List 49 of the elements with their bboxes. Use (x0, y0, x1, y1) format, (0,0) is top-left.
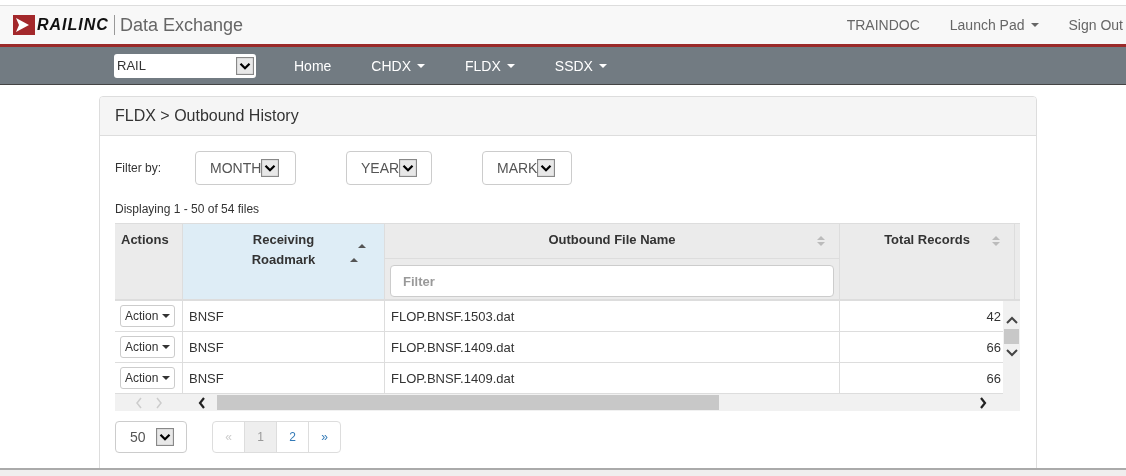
user-nav-link[interactable]: Sign Out (1068, 17, 1123, 33)
filter-dropdown[interactable]: YEAR (346, 151, 432, 185)
table-cell: FLOP.BNSF.1503.dat (385, 301, 840, 331)
scrollbar-thumb[interactable] (1004, 329, 1019, 344)
scrollbar-thumb[interactable] (217, 395, 719, 410)
user-nav-link[interactable]: TRAINDOC (846, 17, 920, 33)
page-link[interactable]: » (308, 421, 341, 453)
sort-icon (992, 235, 1000, 247)
table-cell-text: 66 (985, 369, 1002, 388)
action-button[interactable]: Action (120, 367, 176, 389)
column-title: Total Records (884, 231, 970, 249)
logo-text: RAILINC (37, 15, 115, 35)
table-cell: BNSF (183, 363, 385, 393)
region-select[interactable]: RAIL (114, 53, 256, 78)
scroll-down-icon[interactable] (1004, 348, 1019, 358)
results-summary: Displaying 1 - 50 of 54 files (115, 202, 261, 218)
scroll-left-icon[interactable] (197, 395, 207, 410)
nav-menu-item[interactable]: FLDX (465, 57, 515, 74)
table-cell: FLOP.BNSF.1409.dat (385, 332, 840, 362)
table-cell-text: 66 (985, 338, 1002, 357)
column-title: Outbound File Name (548, 231, 676, 249)
table-cell-text: 42 (985, 307, 1002, 326)
scroll-up-icon[interactable] (1004, 315, 1019, 325)
column-header[interactable]: Outbound File Name Filter (385, 224, 840, 299)
page-link[interactable]: 2 (276, 421, 309, 453)
table-cell: FLOP.BNSF.1409.dat (385, 363, 840, 393)
scroll-right-icon[interactable] (978, 395, 988, 410)
filter-dropdown[interactable]: MARK (482, 151, 572, 185)
table-cell: BNSF (183, 332, 385, 362)
filter-input[interactable]: Filter (390, 265, 834, 297)
column-title: Receiving Roadmark (250, 231, 317, 269)
nav-menu-item[interactable]: Home (294, 57, 332, 74)
action-button[interactable]: Action (120, 336, 176, 358)
column-title: Actions (121, 231, 169, 249)
column-header[interactable]: Total Records (840, 224, 1015, 299)
filter-label: Filter by: (115, 161, 162, 175)
vertical-scrollbar[interactable] (1003, 301, 1020, 394)
page-size-select[interactable]: 50 (115, 421, 187, 453)
nav-menu-item[interactable]: SSDX (554, 57, 607, 74)
action-button[interactable]: Action (120, 305, 176, 327)
nav-menu-item[interactable]: CHDX (371, 57, 426, 74)
logo-icon (13, 15, 35, 35)
column-header[interactable]: Receiving Roadmark (183, 224, 385, 299)
breadcrumb: FLDX > Outbound History (115, 107, 299, 125)
user-nav-link[interactable]: Launch Pad (949, 17, 1039, 33)
filter-dropdown[interactable]: MONTH (195, 151, 296, 185)
sort-icon (817, 235, 825, 247)
table-cell: BNSF (183, 301, 385, 331)
app-title: Data Exchange (119, 14, 243, 36)
